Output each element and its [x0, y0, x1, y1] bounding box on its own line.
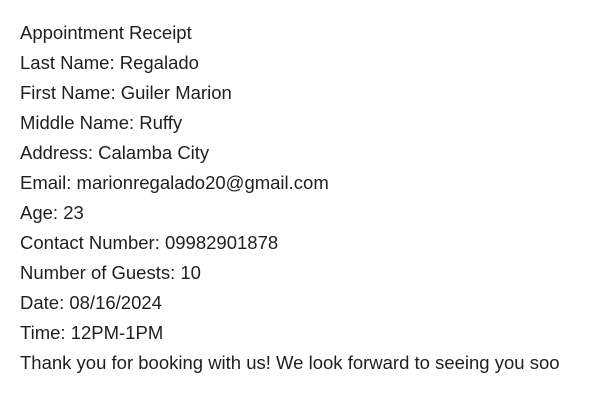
age-field: Age: 23: [20, 202, 84, 223]
time-field: Time: 12PM-1PM: [20, 322, 164, 343]
address-field: Address: Calamba City: [20, 142, 210, 163]
contact-number-field: Contact Number: 09982901878: [20, 232, 279, 253]
appointment-receipt: Appointment Receipt Last Name: Regalado …: [20, 20, 600, 380]
guests-field: Number of Guests: 10: [20, 262, 201, 283]
middle-name-field: Middle Name: Ruffy: [20, 112, 183, 133]
email-field: Email: marionregalado20@gmail.com: [20, 172, 329, 193]
date-field: Date: 08/16/2024: [20, 292, 162, 313]
last-name-field: Last Name: Regalado: [20, 52, 199, 73]
receipt-title: Appointment Receipt: [20, 22, 192, 43]
thank-you-message: Thank you for booking with us! We look f…: [20, 352, 560, 373]
first-name-field: First Name: Guiler Marion: [20, 82, 232, 103]
